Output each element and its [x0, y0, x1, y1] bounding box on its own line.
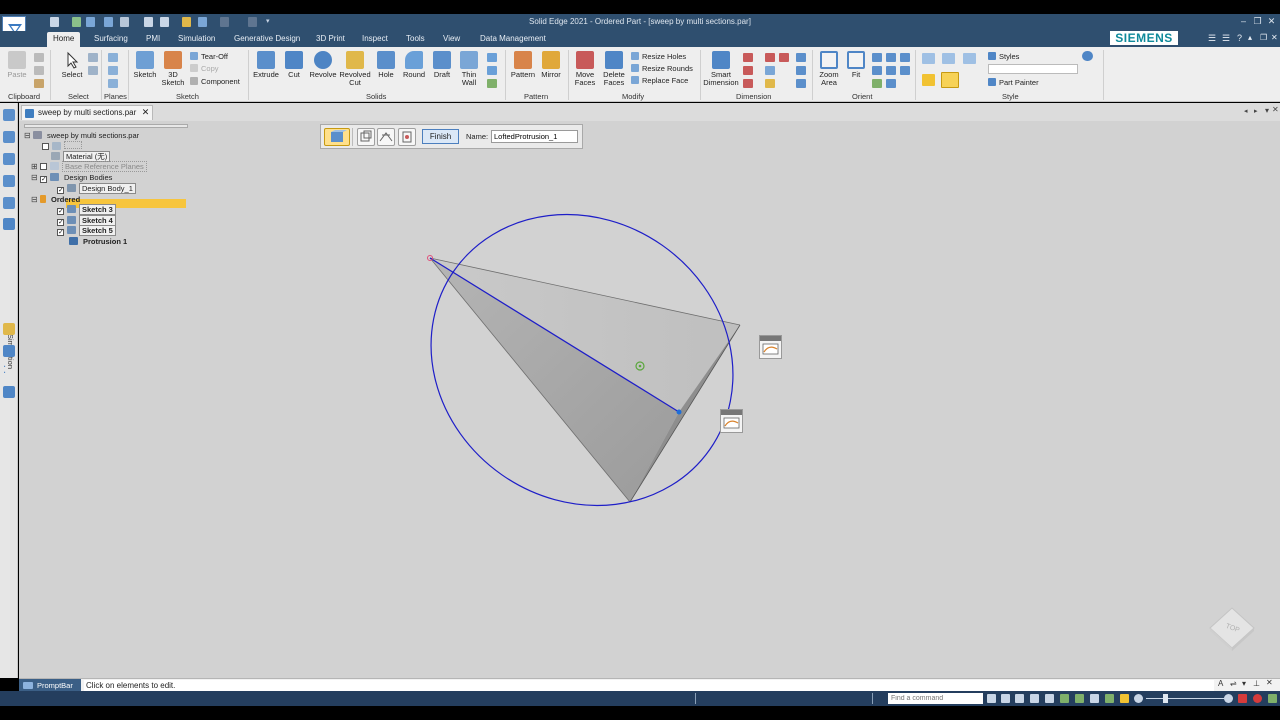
record-icon[interactable]: [1253, 694, 1262, 703]
sketch-icon: [67, 216, 76, 224]
name-label: Name:: [466, 132, 489, 141]
options-step-button[interactable]: [324, 128, 350, 146]
prompt-font-icon[interactable]: A: [1218, 679, 1223, 688]
checkbox[interactable]: ✓: [40, 176, 47, 183]
tree-item-sketch[interactable]: ✓ Sketch 3: [57, 204, 116, 215]
section-handle-button[interactable]: [759, 335, 782, 359]
checkbox[interactable]: ✓: [57, 208, 64, 215]
collapse-icon[interactable]: ⊟: [24, 131, 31, 141]
prompt-dropdown-icon[interactable]: ▾: [1242, 679, 1246, 688]
vertex-point[interactable]: [676, 409, 682, 415]
feature-name-input[interactable]: [491, 130, 578, 143]
pathfinder-splitter[interactable]: [24, 124, 188, 128]
zoom-slider-thumb[interactable]: [1163, 694, 1168, 703]
tree-item-design-body[interactable]: ✓ Design Body_1: [57, 183, 136, 194]
finish-button[interactable]: Finish: [422, 129, 459, 144]
youtube-icon[interactable]: [1238, 694, 1247, 703]
prompt-message: Click on elements to edit.: [84, 680, 1214, 691]
sketch-label: Sketch 5: [79, 225, 116, 236]
sketch-view-status-icon[interactable]: [1105, 694, 1114, 703]
part-icon: [33, 131, 42, 139]
centroid-dot: [638, 364, 642, 368]
cross-section-icon: [360, 130, 372, 142]
view-style-status-icon[interactable]: [1120, 694, 1129, 703]
pan-status-icon[interactable]: [1060, 694, 1069, 703]
sketch-icon: [67, 205, 76, 213]
tree-item-reference-planes[interactable]: ⊞ Base Reference Planes: [31, 161, 147, 172]
cmdbar-separator: [352, 128, 353, 146]
sketch-icon: [67, 226, 76, 234]
design-bodies-icon: [50, 173, 59, 181]
prompt-bar-icon: [23, 682, 33, 689]
tree-item-protrusion[interactable]: Protrusion 1: [69, 237, 129, 247]
checkbox[interactable]: [42, 143, 49, 150]
view-cube[interactable]: TOP: [1204, 603, 1260, 653]
find-go-icon[interactable]: [987, 694, 996, 703]
share-icon[interactable]: [1268, 694, 1277, 703]
guide-curve-icon: [379, 132, 393, 142]
sketch-label: Sketch 3: [79, 204, 116, 215]
status-separator: [872, 693, 873, 704]
tree-root-label: sweep by multi sections.par: [47, 131, 140, 140]
prompt-pin-icon[interactable]: ⊥: [1253, 679, 1260, 688]
pathfinder-panel: ⊟ sweep by multi sections.par Material (无…: [22, 124, 192, 248]
prompt-bar-title-label: PromptBar: [37, 681, 73, 690]
design-body-label: Design Body_1: [79, 183, 136, 194]
spin-status-icon[interactable]: [1090, 694, 1099, 703]
ordered-icon: [40, 195, 46, 203]
design-bodies-label: Design Bodies: [64, 173, 113, 182]
options-label: [64, 141, 82, 149]
status-separator: [695, 693, 696, 704]
curve-edit-icon: [723, 417, 740, 429]
reference-planes-icon: [50, 162, 59, 170]
checkbox[interactable]: [40, 163, 47, 170]
material-icon: [51, 152, 60, 160]
lofted-protrusion-command-bar: Finish Name:: [320, 124, 583, 149]
tree-item-root[interactable]: ⊟ sweep by multi sections.par: [24, 131, 141, 141]
collapse-icon[interactable]: ⊟: [31, 195, 38, 205]
ordered-label: Ordered: [51, 195, 81, 204]
options-icon: [52, 142, 61, 150]
body-icon: [67, 184, 76, 192]
prompt-close-icon[interactable]: ✕: [1266, 678, 1273, 687]
protrusion-icon: [69, 237, 78, 245]
checkbox[interactable]: ✓: [57, 187, 64, 194]
cross-section-step-button[interactable]: [357, 128, 375, 146]
find-command-input[interactable]: [888, 693, 983, 704]
curve-edit-icon: [762, 343, 779, 355]
loft-options-icon: [331, 130, 347, 142]
tree-item-options[interactable]: [42, 141, 82, 151]
reference-planes-label: Base Reference Planes: [62, 161, 147, 172]
expand-icon[interactable]: ⊞: [31, 162, 38, 172]
tree-item-design-bodies[interactable]: ⊟ ✓ Design Bodies: [31, 173, 114, 183]
fit-status-icon[interactable]: [1045, 694, 1054, 703]
view-home-icon[interactable]: [1001, 694, 1010, 703]
prompt-bar: PromptBar Click on elements to edit. A ⇌…: [19, 678, 1280, 692]
rotate-status-icon[interactable]: [1075, 694, 1084, 703]
checkbox[interactable]: ✓: [57, 219, 64, 226]
extent-icon: [402, 131, 412, 143]
collapse-icon[interactable]: ⊟: [31, 173, 38, 183]
status-bar: [0, 691, 1280, 706]
zoom-status-icon[interactable]: [1015, 694, 1024, 703]
checkbox[interactable]: ✓: [57, 229, 64, 236]
tree-item-ordered[interactable]: ⊟ Ordered: [31, 195, 82, 205]
prompt-options-icon[interactable]: ⇌: [1230, 679, 1237, 688]
zoom-slider-track[interactable]: [1146, 698, 1224, 699]
zoom-out-icon[interactable]: [1134, 694, 1143, 703]
tree-item-sketch[interactable]: ✓ Sketch 5: [57, 225, 116, 236]
zoom-area-status-icon[interactable]: [1030, 694, 1039, 703]
guide-curve-step-button[interactable]: [377, 128, 395, 146]
model-viewport[interactable]: [0, 0, 1280, 720]
protrusion-label: Protrusion 1: [83, 237, 128, 246]
section-handle-button[interactable]: [720, 409, 743, 433]
extent-step-button[interactable]: [398, 128, 416, 146]
zoom-in-icon[interactable]: [1224, 694, 1233, 703]
